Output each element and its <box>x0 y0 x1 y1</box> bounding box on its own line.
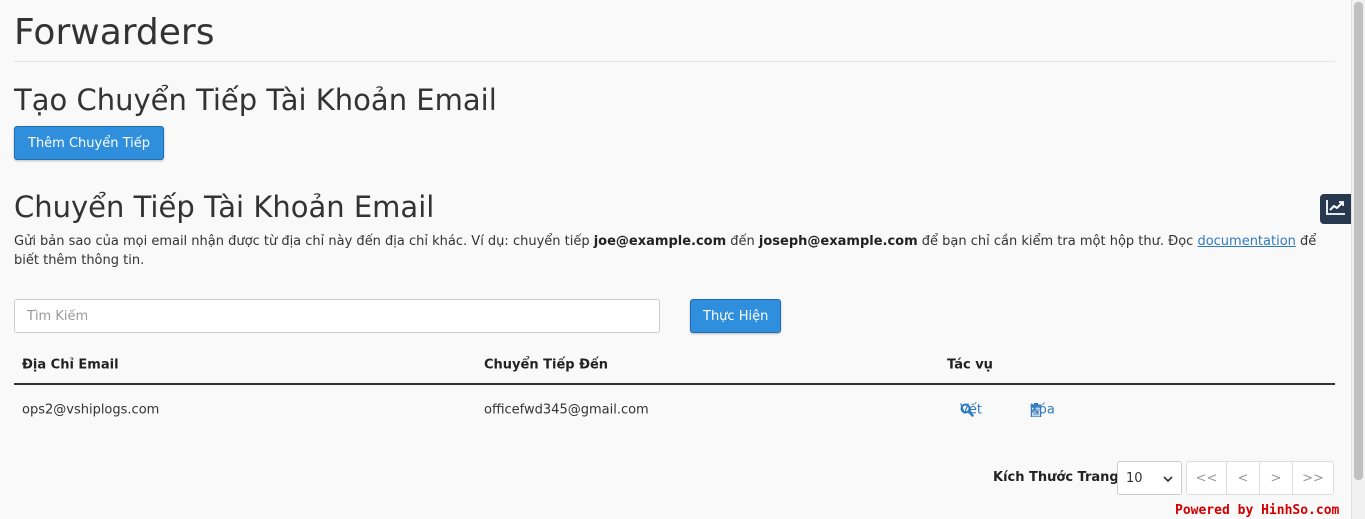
pagination: << < > >> <box>1186 461 1334 495</box>
desc-text: Gửi bản sao của mọi email nhận được từ đ… <box>14 234 594 249</box>
forwarders-description: Gửi bản sao của mọi email nhận được từ đ… <box>14 232 1335 270</box>
forwarders-list-heading: Chuyển Tiếp Tài Khoản Email <box>14 190 435 224</box>
scrollbar-thumb[interactable] <box>1354 2 1363 480</box>
documentation-link[interactable]: documentation <box>1197 234 1295 249</box>
chart-line-icon <box>1326 199 1346 219</box>
header-actions: Tác vụ <box>947 357 993 373</box>
search-input[interactable] <box>14 299 660 333</box>
table-row: ops2@vshiplogs.com officefwd345@gmail.co… <box>14 385 1335 435</box>
desc-text: để bạn chỉ cần kiểm tra một hộp thư. Đọc <box>917 234 1198 249</box>
stats-widget-button[interactable] <box>1320 194 1352 224</box>
first-page-button[interactable]: << <box>1187 462 1227 494</box>
row-email: ops2@vshiplogs.com <box>22 402 160 418</box>
page-size-select[interactable]: 10 <box>1117 461 1182 495</box>
chevron-down-icon <box>1163 471 1173 486</box>
desc-text: đến <box>726 234 759 249</box>
vertical-scrollbar[interactable] <box>1351 0 1365 519</box>
desc-example-target: joseph@example.com <box>758 234 918 249</box>
header-forward-to[interactable]: Chuyển Tiếp Đến <box>484 358 608 373</box>
header-email[interactable]: Địa Chỉ Email <box>22 358 119 373</box>
table-header: Địa Chỉ Email Chuyển Tiếp Đến Tác vụ <box>14 347 1335 385</box>
add-forwarder-button[interactable]: Thêm Chuyển Tiếp <box>14 126 164 160</box>
next-page-button[interactable]: > <box>1260 462 1293 494</box>
prev-page-button[interactable]: < <box>1227 462 1260 494</box>
search-go-button[interactable]: Thực Hiện <box>690 299 782 333</box>
page-title: Forwarders <box>14 0 1335 62</box>
row-forward-to: officefwd345@gmail.com <box>484 402 649 418</box>
page-size-label: Kích Thước Trang <box>993 470 1119 485</box>
desc-example-source: joe@example.com <box>593 234 727 249</box>
watermark: Powered by HinhSo.com <box>1175 503 1340 518</box>
last-page-button[interactable]: >> <box>1293 462 1333 494</box>
track-action-label: Vết <box>960 402 982 418</box>
delete-action-label: Xóa <box>1030 402 1055 418</box>
main-content: Forwarders Tạo Chuyển Tiếp Tài Khoản Ema… <box>14 0 1335 495</box>
page: Forwarders Tạo Chuyển Tiếp Tài Khoản Ema… <box>0 0 1365 519</box>
forwarders-table: Địa Chỉ Email Chuyển Tiếp Đến Tác vụ ops… <box>14 347 1335 435</box>
create-forwarder-heading: Tạo Chuyển Tiếp Tài Khoản Email <box>14 83 497 117</box>
page-size-value: 10 <box>1126 470 1143 486</box>
